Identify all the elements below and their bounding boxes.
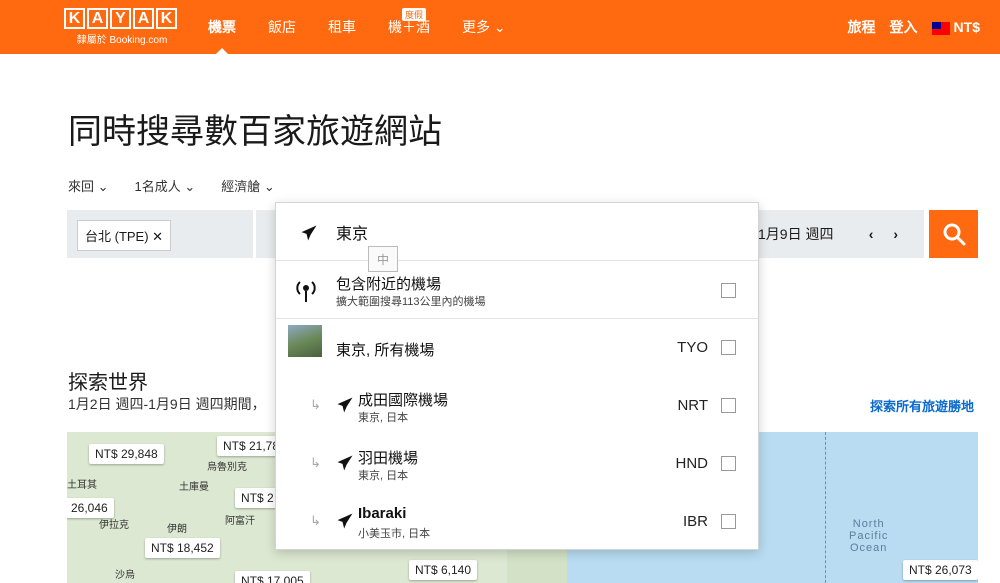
plane-icon: [337, 455, 353, 471]
ocean-label-line: Pacific: [849, 530, 889, 542]
nav-badge: 度假: [402, 8, 427, 21]
plane-icon: [337, 397, 353, 413]
logo-letter: K: [156, 8, 177, 29]
page-title: 同時搜尋數百家旅遊網站: [68, 113, 442, 151]
ime-indicator: 中: [368, 246, 398, 272]
date-stepper[interactable]: ‹ ›: [869, 226, 906, 242]
sub-arrow-icon: ↳: [310, 455, 321, 470]
price-tag[interactable]: NT$ 26,073: [903, 560, 978, 580]
swap-button[interactable]: [256, 210, 276, 258]
nearby-checkbox[interactable]: [721, 283, 736, 298]
map-place-label: 土耳其: [67, 480, 97, 491]
search-options: 來回 ⌄ 1名成人 ⌄ 經濟艙 ⌄: [68, 176, 275, 195]
logo-letter: K: [64, 8, 85, 29]
nav-hotels[interactable]: 飯店: [268, 0, 296, 54]
result-code: HND: [675, 455, 709, 472]
destination-dropdown: 包含附近的機場 擴大範圍搜尋113公里內的機場 東京, 所有機場 TYO ↳ 成…: [275, 202, 759, 550]
origin-field[interactable]: 台北 (TPE) ✕: [67, 210, 253, 258]
plane-icon: [301, 225, 317, 241]
nav-packages[interactable]: 度假 機＋酒: [388, 0, 430, 54]
currency-label: NT$: [953, 19, 980, 35]
trip-type-select[interactable]: 來回 ⌄: [68, 176, 109, 195]
origin-chip[interactable]: 台北 (TPE) ✕: [77, 220, 172, 251]
result-tokyo-all[interactable]: 東京, 所有機場 TYO: [276, 319, 758, 377]
ocean-label-line: North: [852, 518, 885, 530]
sub-arrow-icon: ↳: [310, 513, 321, 528]
result-checkbox[interactable]: [721, 456, 736, 471]
plane-icon: [337, 513, 353, 529]
price-tag[interactable]: NT$ 18,452: [145, 538, 220, 558]
tokyo-thumbnail: [288, 325, 322, 357]
result-checkbox[interactable]: [721, 514, 736, 529]
result-ibaraki[interactable]: ↳ Ibaraki 小美玉市, 日本 IBR: [276, 493, 758, 549]
result-location: 小美玉市, 日本: [358, 528, 431, 540]
logo-subtitle: 隸屬於 Booking.com: [76, 35, 168, 46]
logo-letter: A: [133, 8, 154, 29]
top-header: K A Y A K 隸屬於 Booking.com 機票 飯店 租車 度假 機＋…: [0, 0, 1000, 54]
return-date-field[interactable]: 1月9日 週四 ‹ ›: [740, 210, 924, 258]
login-link[interactable]: 登入: [890, 17, 918, 37]
map-place-label: 沙烏: [115, 570, 135, 581]
price-tag[interactable]: NT$ 6,140: [409, 560, 478, 580]
header-right: 旅程 登入 NT$: [848, 0, 980, 54]
explore-subtitle: 1月2日 週四-1月9日 週四期間，: [68, 396, 266, 412]
ocean-label: North Pacific Ocean: [849, 518, 888, 554]
explore-all-link[interactable]: 探索所有旅遊勝地: [870, 396, 974, 415]
travelers-select[interactable]: 1名成人 ⌄: [135, 176, 196, 195]
logo-letter: A: [87, 8, 108, 29]
date-line: [825, 432, 826, 583]
search-button[interactable]: [929, 210, 978, 258]
result-haneda[interactable]: ↳ 羽田機場 東京, 日本 HND: [276, 435, 758, 493]
taiwan-flag-icon: [931, 21, 950, 35]
result-code: IBR: [682, 513, 708, 530]
price-tag[interactable]: NT$ 2: [235, 488, 280, 508]
result-name: 羽田機場: [358, 450, 419, 467]
currency-selector[interactable]: NT$: [931, 19, 980, 35]
ocean-label-line: Ocean: [849, 542, 888, 554]
map-place-label: 土庫曼: [179, 482, 209, 493]
result-checkbox[interactable]: [721, 398, 736, 413]
sub-arrow-icon: ↳: [310, 397, 321, 412]
destination-input-row: [276, 203, 758, 261]
nav-cars[interactable]: 租車: [328, 0, 356, 54]
result-name: 東京, 所有機場: [336, 342, 435, 359]
nearby-airports-option[interactable]: 包含附近的機場 擴大範圍搜尋113公里內的機場: [276, 261, 758, 319]
logo-letter: Y: [110, 8, 131, 29]
nav-flights[interactable]: 機票: [208, 0, 236, 54]
map-place-label: 伊朗: [167, 524, 187, 535]
result-name: 成田國際機場: [358, 392, 449, 409]
nearby-title: 包含附近的機場: [336, 276, 442, 293]
result-narita[interactable]: ↳ 成田國際機場 東京, 日本 NRT: [276, 377, 758, 435]
price-tag[interactable]: 26,046: [67, 498, 114, 518]
map-place-label: 阿富汗: [225, 516, 255, 527]
nearby-subtitle: 擴大範圍搜尋113公里內的機場: [336, 296, 486, 308]
search-icon: [943, 223, 965, 246]
result-code: NRT: [677, 397, 708, 414]
explore-title: 探索世界: [68, 372, 148, 394]
result-checkbox[interactable]: [721, 340, 736, 355]
destination-input[interactable]: [336, 223, 716, 241]
price-tag[interactable]: NT$ 29,848: [89, 444, 164, 464]
map-place-label: 烏魯別克: [207, 462, 247, 473]
kayak-logo[interactable]: K A Y A K 隸屬於 Booking.com: [64, 8, 180, 46]
result-location: 東京, 日本: [358, 412, 409, 424]
price-tag[interactable]: NT$ 17,005: [235, 571, 310, 583]
result-location: 東京, 日本: [358, 470, 409, 482]
main-nav: 機票 飯店 租車 度假 機＋酒 更多 ⌄: [208, 0, 538, 54]
cabin-select[interactable]: 經濟艙 ⌄: [221, 176, 275, 195]
return-date: 1月9日 週四: [758, 226, 834, 242]
broadcast-icon: [296, 281, 316, 302]
nav-more[interactable]: 更多 ⌄: [462, 0, 506, 54]
trips-link[interactable]: 旅程: [848, 17, 876, 37]
map-place-label: 伊拉克: [99, 520, 129, 531]
result-name: Ibaraki: [358, 505, 407, 522]
result-code: TYO: [677, 339, 708, 356]
